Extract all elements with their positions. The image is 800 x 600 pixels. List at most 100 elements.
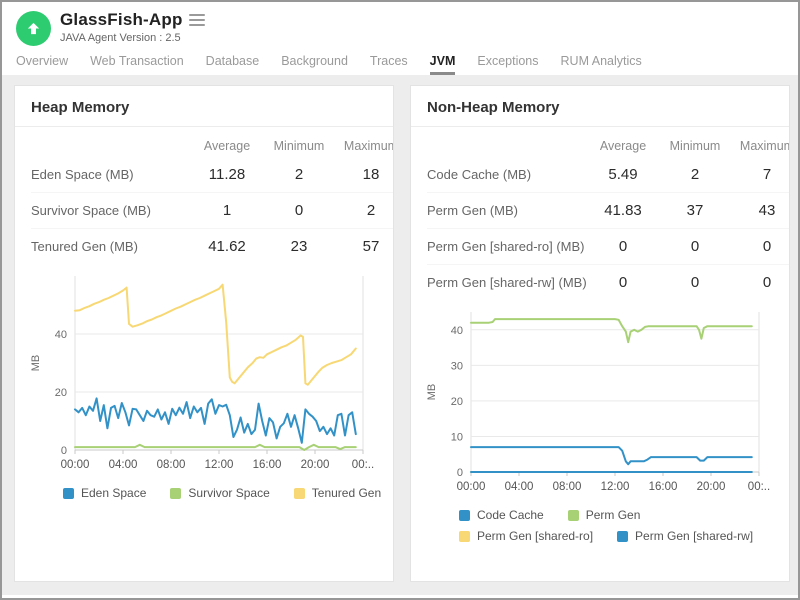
legend-swatch bbox=[294, 488, 305, 499]
svg-text:10: 10 bbox=[451, 431, 463, 443]
metric-label: Eden Space (MB) bbox=[31, 157, 191, 192]
svg-text:MB: MB bbox=[30, 355, 42, 372]
metric-label: Perm Gen [shared-ro] (MB) bbox=[427, 229, 587, 264]
metric-value: 0 bbox=[587, 229, 659, 264]
legend-label: Eden Space bbox=[81, 486, 146, 500]
column-header-blank bbox=[31, 131, 191, 143]
metric-value: 5.49 bbox=[587, 157, 659, 192]
metric-value: 0 bbox=[731, 265, 790, 300]
legend-label: Perm Gen bbox=[586, 508, 641, 522]
series-line-tenured-gen bbox=[75, 285, 356, 385]
legend-label: Tenured Gen bbox=[312, 486, 381, 500]
legend-item-perm-gen-shared-ro[interactable]: Perm Gen [shared-ro] bbox=[459, 529, 593, 543]
panel-title: Heap Memory bbox=[15, 86, 393, 127]
svg-text:04:00: 04:00 bbox=[505, 481, 534, 493]
status-up-icon bbox=[16, 11, 51, 46]
svg-text:20: 20 bbox=[451, 396, 463, 408]
legend-item-eden-space[interactable]: Eden Space bbox=[63, 486, 146, 500]
svg-text:20:00: 20:00 bbox=[697, 481, 726, 493]
legend-label: Survivor Space bbox=[188, 486, 269, 500]
svg-text:0: 0 bbox=[61, 445, 67, 457]
heap-memory-legend: Eden Space Survivor Space Tenured Gen bbox=[63, 486, 393, 500]
app-window: GlassFish-App JAVA Agent Version : 2.5 O… bbox=[0, 0, 800, 600]
hamburger-menu-icon[interactable] bbox=[189, 11, 205, 29]
heap-memory-chart-area: 0204000:0004:0008:0012:0016:0020:0000:..… bbox=[27, 268, 393, 480]
legend-swatch bbox=[170, 488, 181, 499]
non-heap-memory-chart-area: 01020304000:0004:0008:0012:0016:0020:000… bbox=[423, 304, 789, 502]
column-header-maximum: Maximum bbox=[335, 131, 394, 157]
agent-version-label: JAVA Agent Version : 2.5 bbox=[60, 32, 205, 44]
svg-text:0: 0 bbox=[457, 467, 463, 479]
tab-jvm[interactable]: JVM bbox=[430, 54, 456, 75]
column-header-blank bbox=[427, 131, 587, 143]
metric-value: 37 bbox=[659, 193, 731, 228]
metric-value: 1 bbox=[191, 193, 263, 228]
tab-exceptions[interactable]: Exceptions bbox=[477, 54, 538, 75]
legend-label: Code Cache bbox=[477, 508, 544, 522]
series-line-eden-space bbox=[75, 398, 356, 442]
column-header-minimum: Minimum bbox=[659, 131, 731, 157]
metric-value: 0 bbox=[263, 193, 335, 228]
legend-label: Perm Gen [shared-rw] bbox=[635, 529, 753, 543]
metric-value: 23 bbox=[263, 229, 335, 264]
legend-item-perm-gen-shared-rw[interactable]: Perm Gen [shared-rw] bbox=[617, 529, 753, 543]
legend-row: Eden Space Survivor Space Tenured Gen bbox=[63, 486, 393, 500]
non-heap-memory-chart[interactable]: 01020304000:0004:0008:0012:0016:0020:000… bbox=[423, 304, 775, 502]
metric-value: 0 bbox=[587, 265, 659, 300]
svg-text:16:00: 16:00 bbox=[649, 481, 678, 493]
metric-value: 0 bbox=[731, 229, 790, 264]
legend-swatch bbox=[459, 510, 470, 521]
table-body: Code Cache (MB)5.4927Perm Gen (MB)41.833… bbox=[427, 157, 790, 300]
legend-row: Perm Gen [shared-ro] Perm Gen [shared-rw] bbox=[459, 529, 789, 543]
legend-swatch bbox=[568, 510, 579, 521]
column-header-maximum: Maximum bbox=[731, 131, 790, 157]
svg-text:12:00: 12:00 bbox=[601, 481, 630, 493]
tab-background[interactable]: Background bbox=[281, 54, 348, 75]
panel-heap-memory: Heap Memory AverageMinimumMaximumEden Sp… bbox=[14, 85, 394, 582]
column-header-average: Average bbox=[191, 131, 263, 157]
metric-label: Tenured Gen (MB) bbox=[31, 229, 191, 264]
tab-traces[interactable]: Traces bbox=[370, 54, 408, 75]
app-title: GlassFish-App bbox=[60, 10, 183, 30]
legend-item-tenured-gen[interactable]: Tenured Gen bbox=[294, 486, 381, 500]
metric-row-eden-space-mb: Eden Space (MB)11.28218 bbox=[31, 157, 394, 192]
svg-text:00:00: 00:00 bbox=[457, 481, 486, 493]
metric-value: 18 bbox=[335, 157, 394, 192]
metric-value: 41.83 bbox=[587, 193, 659, 228]
metric-row-tenured-gen-mb: Tenured Gen (MB)41.622357 bbox=[31, 228, 394, 264]
metric-value: 7 bbox=[731, 157, 790, 192]
svg-text:08:00: 08:00 bbox=[553, 481, 582, 493]
tab-overview[interactable]: Overview bbox=[16, 54, 68, 75]
metric-label: Perm Gen [shared-rw] (MB) bbox=[427, 265, 587, 300]
series-line-perm-gen bbox=[471, 319, 752, 342]
tab-database[interactable]: Database bbox=[206, 54, 260, 75]
metric-value: 41.62 bbox=[191, 229, 263, 264]
metric-value: 2 bbox=[263, 157, 335, 192]
svg-text:16:00: 16:00 bbox=[253, 459, 282, 471]
panel-non-heap-memory: Non-Heap Memory AverageMinimumMaximumCod… bbox=[410, 85, 790, 582]
metric-value: 43 bbox=[731, 193, 790, 228]
metric-label: Survivor Space (MB) bbox=[31, 193, 191, 228]
series-line-survivor-space bbox=[75, 445, 356, 450]
legend-swatch bbox=[63, 488, 74, 499]
legend-item-survivor-space[interactable]: Survivor Space bbox=[170, 486, 269, 500]
metric-row-perm-gen-shared-ro-mb: Perm Gen [shared-ro] (MB)000 bbox=[427, 228, 790, 264]
table-header-row: AverageMinimumMaximum bbox=[31, 131, 394, 157]
svg-text:00:..: 00:.. bbox=[748, 481, 770, 493]
app-header: GlassFish-App JAVA Agent Version : 2.5 bbox=[2, 2, 798, 48]
metric-value: 11.28 bbox=[191, 157, 263, 192]
metric-label: Code Cache (MB) bbox=[427, 157, 587, 192]
legend-swatch bbox=[459, 531, 470, 542]
svg-text:00:00: 00:00 bbox=[61, 459, 90, 471]
heap-memory-chart[interactable]: 0204000:0004:0008:0012:0016:0020:0000:..… bbox=[27, 268, 379, 480]
metric-row-survivor-space-mb: Survivor Space (MB)102 bbox=[31, 192, 394, 228]
tab-rum-analytics[interactable]: RUM Analytics bbox=[561, 54, 642, 75]
legend-item-code-cache[interactable]: Code Cache bbox=[459, 508, 544, 522]
tab-web-transaction[interactable]: Web Transaction bbox=[90, 54, 184, 75]
legend-item-perm-gen[interactable]: Perm Gen bbox=[568, 508, 641, 522]
svg-text:30: 30 bbox=[451, 360, 463, 372]
legend-label: Perm Gen [shared-ro] bbox=[477, 529, 593, 543]
svg-text:20:00: 20:00 bbox=[301, 459, 330, 471]
dashboard-content: Heap Memory AverageMinimumMaximumEden Sp… bbox=[2, 75, 798, 595]
svg-text:MB: MB bbox=[426, 384, 438, 401]
